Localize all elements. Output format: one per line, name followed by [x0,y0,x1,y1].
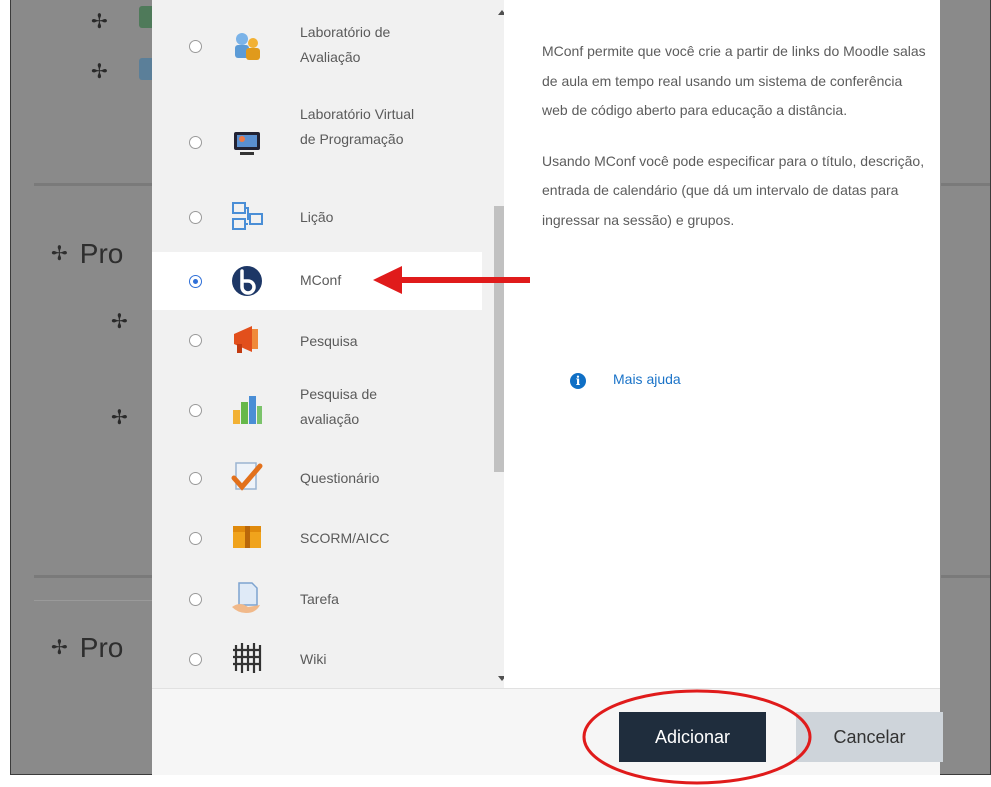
more-help-link[interactable]: Mais ajuda [613,371,681,387]
move-icon: ✢ [91,61,108,83]
scrollbar-thumb[interactable] [494,206,504,472]
section-heading: ✢ Pro [51,632,124,663]
activity-label: Lição [300,209,334,225]
scroll-down-arrow-icon[interactable] [498,676,504,681]
activity-radio[interactable] [189,653,202,666]
activity-label: Wiki [300,651,327,667]
activity-label: SCORM/AICC [300,530,390,546]
activity-description: MConf permite que você crie a partir de … [542,37,927,256]
megaphone-icon [234,326,258,353]
description-paragraph: MConf permite que você crie a partir de … [542,43,926,118]
activity-radio[interactable] [189,472,202,485]
package-icon [233,526,261,548]
section-divider [34,575,164,578]
move-icon: ✢ [111,407,128,429]
activity-option[interactable]: Lição [152,192,482,244]
activity-radio[interactable] [189,593,202,606]
programming-lab-icon [234,132,260,155]
move-icon: ✢ [91,11,108,33]
section-divider [941,183,990,186]
activity-option[interactable]: Questionário [152,452,482,504]
mconf-icon [232,266,262,296]
scroll-up-arrow-icon[interactable] [498,10,504,15]
bar-chart-icon [233,396,262,424]
activity-option[interactable]: Wiki [152,632,482,684]
activity-radio[interactable] [189,275,202,288]
activity-radio[interactable] [189,404,202,417]
activity-option-mconf[interactable]: MConf [152,252,482,310]
activity-option[interactable]: Tarefa [152,572,482,624]
activity-radio[interactable] [189,334,202,347]
activity-label: Tarefa [300,591,339,607]
activity-radio[interactable] [189,136,202,149]
section-heading: ✢ Pro [51,238,124,269]
info-icon: i [570,373,586,389]
assignment-icon [232,582,260,613]
activity-label: Laboratório Virtual de Programação [300,106,415,147]
activity-label: Pesquisa [300,333,358,349]
activity-label: MConf [300,272,342,288]
activity-radio[interactable] [189,532,202,545]
section-divider [941,575,990,578]
activity-radio[interactable] [189,211,202,224]
people-lab-icon [235,33,260,60]
lesson-icon [232,202,263,230]
activity-option[interactable]: Pesquisa [152,316,482,368]
add-activity-dialog: Laboratório de Avaliação Laboratório Vir… [152,0,943,775]
activity-option[interactable]: Laboratório de Avaliação [152,16,482,76]
quiz-check-icon [231,462,263,491]
activity-radio[interactable] [189,40,202,53]
activity-list[interactable]: Laboratório de Avaliação Laboratório Vir… [152,0,504,688]
move-icon: ✢ [111,311,128,333]
activity-option[interactable]: SCORM/AICC [152,512,482,564]
description-paragraph: Usando MConf você pode especificar para … [542,152,925,228]
add-button[interactable]: Adicionar [619,712,766,762]
activity-option[interactable]: Laboratório Virtual de Programação [152,96,482,186]
cancel-button[interactable]: Cancelar [796,712,943,762]
section-divider [34,600,164,601]
activity-label: Questionário [300,470,380,486]
activity-label: Laboratório de Avaliação [300,24,391,65]
section-divider [34,183,164,186]
activity-label: Pesquisa de avaliação [300,386,378,427]
activity-option[interactable]: Pesquisa de avaliação [152,374,482,448]
wiki-icon [233,643,262,673]
